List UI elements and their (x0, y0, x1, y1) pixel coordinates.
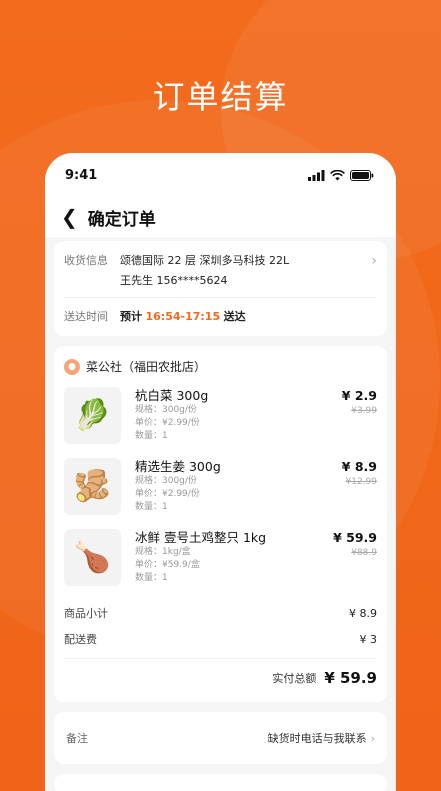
delivery-time-row[interactable]: 送达时间 预计 16:54-17:15 送达 (64, 298, 377, 334)
back-chevron-icon[interactable]: ❮ (61, 207, 78, 227)
address-line1: 颂德国际 22 层 深圳多马科技 22L (120, 254, 290, 267)
wifi-icon (330, 169, 345, 180)
item-spec: 规格：300g/份 (135, 405, 197, 415)
store-card: ● 菜公社（福田农批店） 🥬 杭白菜 300g 规格：300g/份 单价：¥2.… (54, 346, 387, 702)
item-name: 精选生姜 300g (135, 459, 221, 474)
next-card (54, 774, 387, 791)
total-value: ¥ 59.9 (324, 668, 377, 687)
delivery-time-value: 预计 16:54-17:15 送达 (120, 308, 246, 324)
cabbage-icon: 🥬 (64, 387, 121, 444)
ginger-icon: 🫚 (64, 458, 121, 515)
item-name: 杭白菜 300g (135, 388, 209, 403)
item-name: 冰鲜 壹号土鸡整只 1kg (135, 530, 267, 545)
delivery-time-prefix: 预计 (120, 310, 142, 323)
item-prices: ¥ 8.9 ¥12.99 (307, 458, 377, 529)
delivery-time-range: 16:54-17:15 (145, 310, 221, 323)
item-old-price: ¥3.99 (351, 406, 377, 416)
item-info: 精选生姜 300g 规格：300g/份 单价：¥2.99/份 数量：1 (135, 458, 307, 529)
remark-row[interactable]: 备注 缺货时电话与我联系 › (54, 712, 387, 764)
page-title: 确定订单 (87, 209, 156, 230)
address-line2: 王先生 156****5624 (120, 274, 228, 287)
delivery-time-suffix: 送达 (223, 310, 246, 323)
remark-label: 备注 (66, 732, 88, 745)
status-time: 9:41 (65, 167, 98, 183)
item-qty: 数量：1 (135, 431, 168, 441)
address-label: 收货信息 (64, 254, 108, 267)
item-price: ¥ 2.9 (341, 388, 377, 403)
delivery-time-label: 送达时间 (64, 310, 108, 323)
total-row: 实付总额 ¥ 59.9 (64, 658, 377, 696)
subtotal-label: 商品小计 (64, 607, 108, 620)
address-value: 颂德国际 22 层 深圳多马科技 22L 王先生 156****5624 (120, 251, 371, 291)
phone-frame: 9:41 ❮ 确定订单 收货信息 颂德国际 22 层 深圳多马科技 22L 王先… (45, 153, 396, 791)
remark-value: 缺货时电话与我联系 (267, 732, 367, 745)
item-old-price: ¥12.99 (345, 477, 378, 487)
store-name: 菜公社（福田农批店） (86, 360, 207, 374)
delivery-fee-label: 配送费 (64, 633, 97, 646)
total-label: 实付总额 (272, 671, 317, 685)
chevron-right-icon: › (370, 732, 375, 745)
store-avatar-icon: ● (64, 358, 80, 375)
status-icons (308, 169, 374, 181)
subtotal-value: ¥ 8.9 (349, 606, 377, 620)
status-bar: 9:41 (45, 153, 396, 197)
chicken-icon: 🍗 (64, 529, 121, 586)
item-spec: 规格：300g/份 (135, 476, 197, 486)
address-card[interactable]: 收货信息 颂德国际 22 层 深圳多马科技 22L 王先生 156****562… (54, 241, 387, 336)
store-header: ● 菜公社（福田农批店） (64, 358, 377, 375)
item-info: 冰鲜 壹号土鸡整只 1kg 规格：1kg/盒 单价：¥59.9/盒 数量：1 (135, 529, 307, 600)
remark-value-wrap: 缺货时电话与我联系 › (268, 730, 375, 746)
item-price: ¥ 59.9 (333, 530, 377, 545)
hero-title: 订单结算 (152, 78, 289, 116)
chevron-right-icon: › (371, 253, 377, 269)
item-qty: 数量：1 (135, 573, 168, 583)
subtotal-row: 商品小计 ¥ 8.9 (64, 600, 377, 626)
list-item[interactable]: 🫚 精选生姜 300g 规格：300g/份 单价：¥2.99/份 数量：1 ¥ … (64, 458, 377, 529)
item-prices: ¥ 59.9 ¥88.9 (307, 529, 377, 600)
item-spec: 规格：1kg/盒 (135, 547, 191, 557)
item-price: ¥ 8.9 (341, 459, 377, 474)
item-unit-price: 单价：¥59.9/盒 (135, 560, 200, 570)
delivery-fee-row: 配送费 ¥ 3 (64, 626, 377, 652)
list-item[interactable]: 🍗 冰鲜 壹号土鸡整只 1kg 规格：1kg/盒 单价：¥59.9/盒 数量：1… (64, 529, 377, 600)
item-info: 杭白菜 300g 规格：300g/份 单价：¥2.99/份 数量：1 (135, 387, 307, 458)
nav-bar: ❮ 确定订单 (45, 197, 396, 237)
delivery-fee-value: ¥ 3 (359, 632, 378, 646)
item-old-price: ¥88.9 (351, 548, 377, 558)
battery-icon (350, 169, 374, 181)
item-qty: 数量：1 (135, 502, 168, 512)
item-prices: ¥ 2.9 ¥3.99 (307, 387, 377, 458)
list-item[interactable]: 🥬 杭白菜 300g 规格：300g/份 单价：¥2.99/份 数量：1 ¥ 2… (64, 387, 377, 458)
item-unit-price: 单价：¥2.99/份 (135, 489, 200, 499)
address-row[interactable]: 收货信息 颂德国际 22 层 深圳多马科技 22L 王先生 156****562… (64, 251, 377, 291)
signal-icon (308, 169, 325, 181)
item-unit-price: 单价：¥2.99/份 (135, 418, 200, 428)
